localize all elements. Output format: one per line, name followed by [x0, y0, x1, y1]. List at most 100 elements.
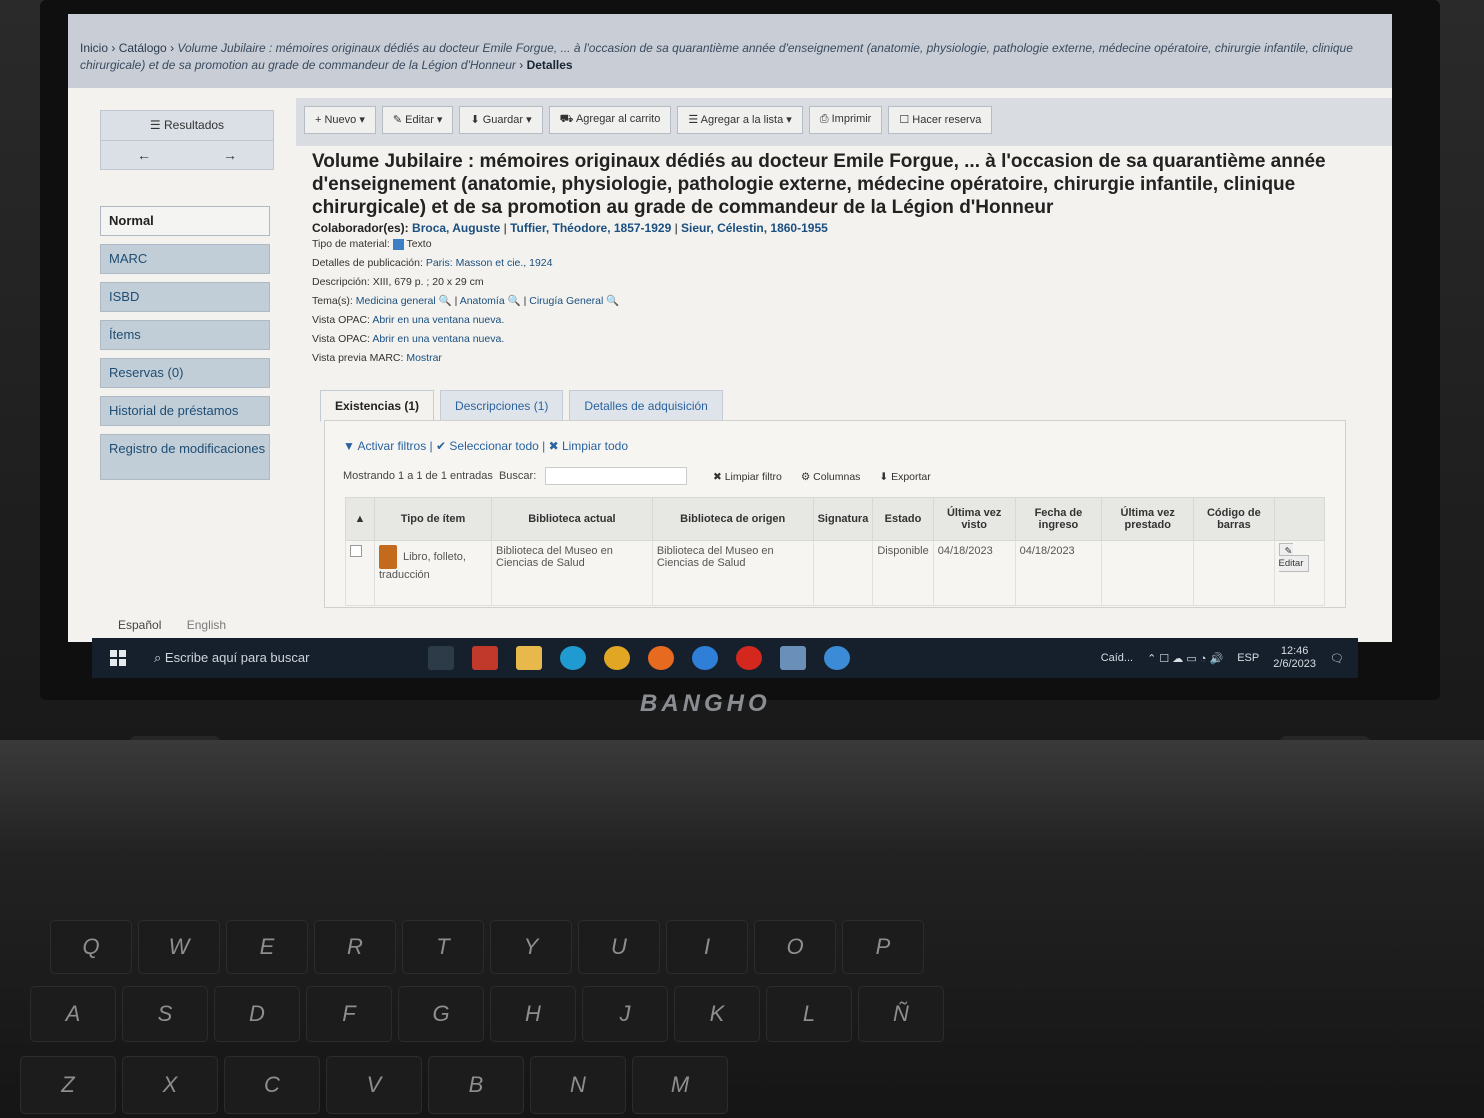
- keyboard-key: N: [530, 1056, 626, 1114]
- subject-link[interactable]: Cirugía General: [529, 295, 603, 307]
- search-input[interactable]: [545, 467, 688, 485]
- subject-link[interactable]: Medicina general: [356, 295, 436, 307]
- nuevo-button[interactable]: + Nuevo ▾: [304, 106, 376, 134]
- view-registro[interactable]: Registro de modificaciones: [100, 434, 270, 480]
- breadcrumb-catalogo[interactable]: Catálogo: [119, 41, 167, 55]
- search-icon[interactable]: 🔍: [606, 295, 619, 307]
- column-header[interactable]: Código de barras: [1193, 497, 1275, 541]
- description-label: Descripción:: [312, 276, 370, 288]
- agregar-carrito-button[interactable]: ⛟ Agregar al carrito: [548, 106, 672, 134]
- subject-link[interactable]: Anatomía: [460, 295, 505, 307]
- column-header[interactable]: Biblioteca de origen: [651, 497, 814, 541]
- publication-label: Detalles de publicación:: [312, 257, 423, 269]
- search-icon[interactable]: 🔍: [439, 295, 452, 307]
- column-header[interactable]: Biblioteca actual: [491, 497, 653, 541]
- windows-start-icon[interactable]: [110, 650, 126, 666]
- material-label: Tipo de material:: [312, 238, 390, 250]
- column-header[interactable]: Última vez prestado: [1101, 497, 1195, 541]
- row-checkbox[interactable]: [350, 545, 362, 557]
- prev-arrow-icon[interactable]: ←: [101, 141, 187, 163]
- cell-estado: Disponible: [872, 540, 934, 606]
- app-icon[interactable]: [692, 646, 718, 670]
- column-header[interactable]: Fecha de ingreso: [1014, 497, 1103, 541]
- view-reservas[interactable]: Reservas (0): [100, 358, 270, 388]
- view-normal[interactable]: Normal: [100, 206, 270, 236]
- breadcrumb-record[interactable]: Volume Jubilaire : mémoires originaux dé…: [80, 41, 1353, 72]
- tray-icons[interactable]: ⌃ ☐ ☁ ▭ ◔ 🔊: [1147, 652, 1223, 665]
- chrome-active-icon[interactable]: [780, 646, 806, 670]
- file-explorer-icon[interactable]: [516, 646, 542, 670]
- column-header[interactable]: Tipo de ítem: [373, 497, 493, 541]
- table-row: Libro, folleto, traducción Biblioteca de…: [345, 540, 1326, 606]
- view-isbd[interactable]: ISBD: [100, 282, 270, 312]
- opac-link[interactable]: Abrir en una ventana nueva.: [372, 333, 504, 345]
- export-button[interactable]: ⬇ Exportar: [879, 471, 930, 483]
- search-icon[interactable]: 🔍: [508, 295, 521, 307]
- acrobat-icon[interactable]: [472, 646, 498, 670]
- lang-es[interactable]: Español: [118, 618, 161, 632]
- keyboard-key: K: [674, 986, 760, 1042]
- cell-fecha-ingreso: 04/18/2023: [1014, 540, 1103, 606]
- view-historial[interactable]: Historial de préstamos: [100, 396, 270, 426]
- taskbar-search[interactable]: ⌕ Escribe aquí para buscar: [154, 650, 309, 666]
- agregar-lista-button[interactable]: ☰ Agregar a la lista ▾: [677, 106, 803, 134]
- contributor-link[interactable]: Sieur, Célestin, 1860-1955: [681, 221, 828, 235]
- next-arrow-icon[interactable]: →: [187, 141, 273, 163]
- keyboard-key: V: [326, 1056, 422, 1114]
- opera-icon[interactable]: [736, 646, 762, 670]
- tab-existencias[interactable]: Existencias (1): [320, 390, 435, 422]
- column-header[interactable]: Estado: [872, 497, 934, 541]
- holdings-table: ▲ Tipo de ítem Biblioteca actual Bibliot…: [345, 497, 1326, 606]
- breadcrumb: Inicio › Catálogo › Volume Jubilaire : m…: [68, 14, 1392, 88]
- edit-item-button[interactable]: ✎ Editar: [1278, 543, 1310, 572]
- language-indicator[interactable]: ESP: [1237, 652, 1259, 664]
- contributor-link[interactable]: Tuffier, Théodore, 1857-1929: [510, 221, 671, 235]
- opac-label: Vista OPAC:: [312, 314, 370, 326]
- system-tray: Caíd... ⌃ ☐ ☁ ▭ ◔ 🔊 ESP 12:46 2/6/2023 🗨: [1101, 642, 1344, 674]
- results-button[interactable]: ☰ Resultados: [101, 111, 273, 141]
- keyboard-key: U: [578, 920, 660, 974]
- editar-button[interactable]: ✎ Editar ▾: [381, 106, 454, 134]
- clock[interactable]: 12:46 2/6/2023: [1273, 645, 1316, 671]
- column-header[interactable]: Signatura: [812, 497, 874, 541]
- opac-link[interactable]: Abrir en una ventana nueva.: [372, 314, 504, 326]
- weather-widget[interactable]: Caíd...: [1101, 652, 1133, 664]
- hacer-reserva-button[interactable]: ☐ Hacer reserva: [888, 106, 993, 134]
- firefox-icon[interactable]: [648, 646, 674, 670]
- columns-button[interactable]: ⚙ Columnas: [801, 471, 861, 483]
- publication-value[interactable]: Paris: Masson et cie., 1924: [426, 257, 553, 269]
- language-selector: Español English: [118, 618, 226, 632]
- lang-en[interactable]: English: [187, 618, 226, 632]
- record-details: Volume Jubilaire : mémoires originaux dé…: [312, 150, 1372, 368]
- book-icon: [379, 545, 397, 569]
- laptop-keyboard-deck: Q W E R T Y U I O P A S D F G H J K L Ñ …: [0, 740, 1484, 1118]
- edge-icon[interactable]: [560, 646, 586, 670]
- tab-adquisicion[interactable]: Detalles de adquisición: [569, 390, 723, 422]
- filter-actions[interactable]: ▼ Activar filtros | ✔ Seleccionar todo |…: [343, 439, 628, 453]
- chrome-icon[interactable]: [604, 646, 630, 670]
- imprimir-button[interactable]: ⎙ Imprimir: [808, 106, 883, 134]
- breadcrumb-inicio[interactable]: Inicio: [80, 41, 108, 55]
- marc-preview-label: Vista previa MARC:: [312, 352, 404, 364]
- guardar-button[interactable]: ⬇ Guardar ▾: [459, 106, 543, 134]
- column-header[interactable]: Última vez visto: [932, 497, 1016, 541]
- cell-ultima-vez-visto: 04/18/2023: [932, 540, 1016, 606]
- notification-icon[interactable]: 🗨: [1330, 652, 1344, 665]
- keyboard-key: X: [122, 1056, 218, 1114]
- view-marc[interactable]: MARC: [100, 244, 270, 274]
- windows-taskbar: ⌕ Escribe aquí para buscar Caíd... ⌃ ☐ ☁…: [92, 638, 1358, 678]
- app-icon[interactable]: [824, 646, 850, 670]
- task-view-icon[interactable]: [428, 646, 454, 670]
- marc-preview-link[interactable]: Mostrar: [406, 352, 442, 364]
- material-value: Texto: [406, 238, 432, 250]
- clock-time: 12:46: [1280, 645, 1309, 657]
- record-title: Volume Jubilaire : mémoires originaux dé…: [312, 151, 1326, 218]
- keyboard-row-asdf: A S D F G H J K L Ñ: [30, 986, 944, 1042]
- view-items[interactable]: Ítems: [100, 320, 270, 350]
- taskbar-search-placeholder: Escribe aquí para buscar: [164, 650, 310, 665]
- contributor-link[interactable]: Broca, Auguste: [412, 221, 500, 235]
- tab-descripciones[interactable]: Descripciones (1): [440, 390, 564, 422]
- column-header: [1273, 497, 1326, 541]
- clear-filter-button[interactable]: ✖ Limpiar filtro: [713, 471, 782, 483]
- record-metadata: Tipo de material: Texto Detalles de publ…: [312, 238, 620, 364]
